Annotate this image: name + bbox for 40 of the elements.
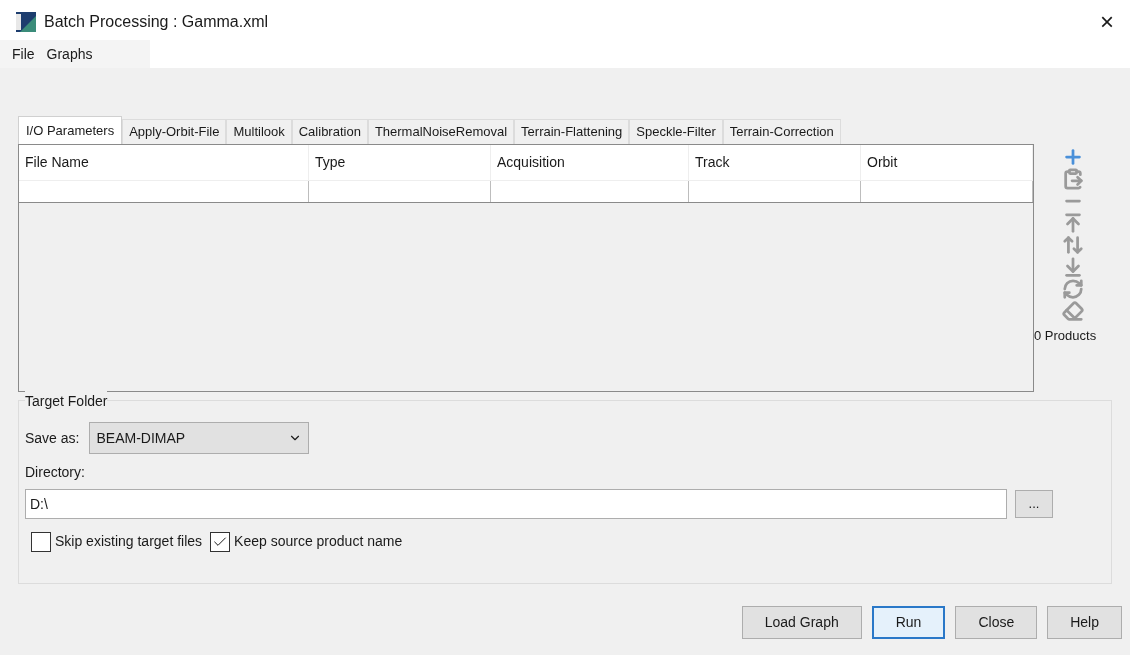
column-header[interactable]: File Name [19, 145, 309, 180]
directory-label: Directory: [25, 463, 86, 482]
tab[interactable]: I/O Parameters [18, 116, 123, 144]
dialog-button[interactable]: Close [955, 606, 1038, 639]
menu-item[interactable]: Graphs [42, 43, 97, 65]
close-button[interactable]: × [1100, 10, 1114, 34]
column-header[interactable]: Type [309, 145, 491, 180]
checkbox[interactable] [210, 531, 231, 552]
app-logo-icon [16, 12, 36, 32]
column-header[interactable]: Track [689, 145, 861, 180]
checkbox-label: Skip existing target files [55, 532, 203, 551]
up-down-arrow-icon[interactable] [1062, 234, 1084, 256]
window-title: Batch Processing : Gamma.xml [44, 12, 269, 32]
checkbox[interactable] [31, 531, 51, 552]
tab[interactable]: Speckle-Filter [629, 119, 723, 144]
plus-icon[interactable] [1062, 146, 1084, 168]
format-dropdown[interactable]: BEAM-DIMAP [89, 422, 310, 454]
tab[interactable]: Calibration [291, 119, 368, 144]
save-as-label: Save as: [25, 428, 80, 448]
tab[interactable]: ThermalNoiseRemoval [367, 119, 515, 144]
refresh-icon[interactable] [1062, 278, 1084, 300]
tab[interactable]: Apply-Orbit-File [122, 119, 227, 144]
paste-icon[interactable] [1062, 168, 1084, 190]
dialog-button[interactable]: Load Graph [741, 606, 862, 639]
dialog-button[interactable]: Help [1047, 606, 1122, 639]
browse-button[interactable]: ... [1015, 490, 1053, 518]
directory-field[interactable]: D:\ [25, 489, 1007, 519]
move-top-icon[interactable] [1062, 212, 1084, 234]
tab[interactable]: Multilook [226, 119, 292, 144]
tab[interactable]: Terrain-Correction [722, 119, 841, 144]
checkbox-label: Keep source product name [234, 532, 403, 551]
eraser-icon[interactable] [1062, 300, 1084, 322]
product-count: 0 Products [1034, 327, 1097, 345]
column-header[interactable]: Acquisition [491, 145, 689, 180]
dialog-button[interactable]: Run [871, 606, 946, 639]
move-bottom-icon[interactable] [1062, 256, 1084, 278]
menu-item[interactable]: File [8, 43, 39, 65]
group-title: Target Folder [25, 391, 108, 412]
tab[interactable]: Terrain-Flattening [514, 119, 630, 144]
column-header[interactable]: Orbit [861, 145, 1033, 180]
